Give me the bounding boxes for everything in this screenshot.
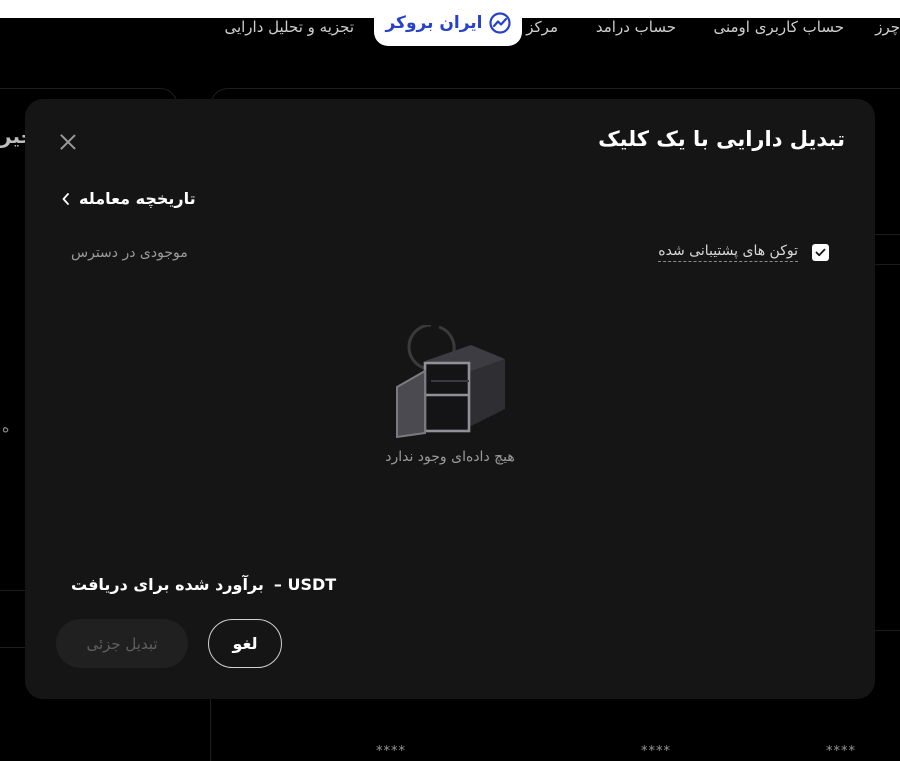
estimated-receive-label: برآورد شده برای دریافت [71,575,264,594]
nav-item-center[interactable]: مرکز [526,18,558,36]
page: ایران بروکر چرز حساب کاربری اومنی حساب د… [0,0,900,761]
nav-item-analysis[interactable]: تجزیه و تحلیل دارایی [224,18,354,36]
background-text-fragment: ه [2,420,10,436]
empty-box-icon [396,325,505,439]
background-divider [875,264,900,265]
supported-tokens-toggle[interactable]: توکن های پشتیبانی شده [658,243,829,262]
masked-balance: **** [641,744,671,759]
nav-item-1[interactable]: چرز [875,18,900,36]
top-navigation: چرز حساب کاربری اومنی حساب درامد مرکز تج… [0,18,900,42]
trade-history-link[interactable]: تاریخچه معامله [61,189,196,208]
partial-convert-button[interactable]: تبدیل جزئی [56,619,188,668]
available-balance-label: موجودی در دسترس [71,245,188,261]
empty-state-text: هیچ داده‌ای وجود ندارد [385,449,515,465]
cancel-button[interactable]: لغو [208,619,282,668]
background-divider [875,630,900,631]
supported-tokens-checkbox[interactable] [812,244,829,261]
trade-history-label: تاریخچه معامله [79,189,196,208]
modal-title: تبدیل دارایی با یک کلیک [598,127,845,151]
supported-tokens-label[interactable]: توکن های پشتیبانی شده [658,243,798,262]
background-divider [875,234,900,235]
estimated-receive-value: USDT – [273,575,337,594]
masked-balance: **** [376,744,406,759]
close-icon[interactable] [59,133,77,151]
background-divider [0,590,25,591]
convert-assets-modal: تبدیل دارایی با یک کلیک تاریخچه معامله م… [25,99,875,699]
nav-item-earnings[interactable]: حساب درامد [596,18,676,36]
nav-item-account[interactable]: حساب کاربری اومنی [713,18,844,36]
chevron-left-icon [62,192,69,205]
masked-balance: **** [826,744,856,759]
check-icon [815,248,826,257]
estimated-receive: USDT – برآورد شده برای دریافت [71,575,336,594]
